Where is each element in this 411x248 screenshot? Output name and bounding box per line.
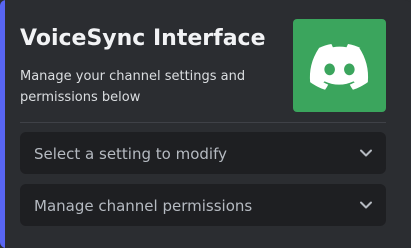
embed-description: Manage your channel settings and permiss…: [20, 69, 246, 105]
embed-thumbnail: [293, 19, 386, 112]
setting-select[interactable]: Select a setting to modify: [20, 132, 386, 174]
embed-title: VoiceSync Interface: [20, 26, 266, 51]
permissions-select-placeholder: Manage channel permissions: [34, 197, 253, 215]
setting-select-placeholder: Select a setting to modify: [34, 145, 227, 163]
discord-logo-icon: [309, 43, 369, 90]
divider: [20, 122, 386, 123]
embed-accent-bar: [0, 0, 5, 248]
embed-card: VoiceSync Interface Manage your channel …: [0, 0, 411, 248]
chevron-down-icon: [360, 201, 372, 209]
permissions-select[interactable]: Manage channel permissions: [20, 184, 386, 226]
chevron-down-icon: [360, 149, 372, 157]
